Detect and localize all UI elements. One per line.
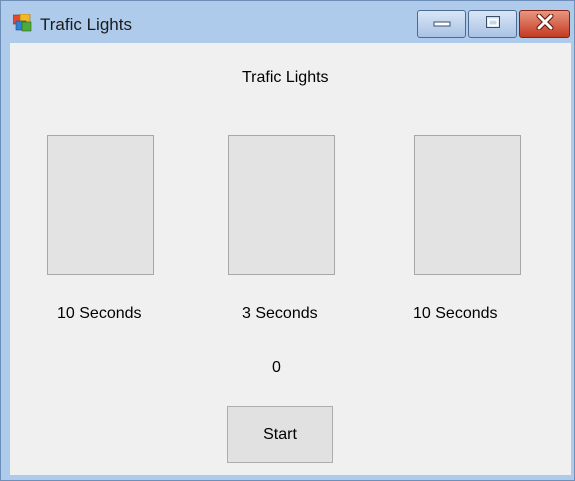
window-title: Trafic Lights <box>40 15 132 34</box>
form-heading: Trafic Lights <box>242 69 329 86</box>
light-panel-3 <box>414 135 521 275</box>
light-panel-2 <box>228 135 335 275</box>
minimize-button[interactable] <box>417 10 466 38</box>
minimize-icon <box>433 15 451 33</box>
light-1-duration: 10 Seconds <box>57 305 142 322</box>
close-icon <box>536 13 554 35</box>
maximize-button[interactable] <box>468 10 517 38</box>
light-panel-1 <box>47 135 154 275</box>
counter-label: 0 <box>272 359 281 376</box>
title-bar[interactable]: Trafic Lights <box>1 1 574 43</box>
close-button[interactable] <box>519 10 570 38</box>
form-client-area: Trafic Lights 10 Seconds 3 Seconds 10 Se… <box>10 43 571 475</box>
light-2-duration: 3 Seconds <box>242 305 318 322</box>
maximize-icon <box>485 15 501 34</box>
light-3-duration: 10 Seconds <box>413 305 498 322</box>
app-window: Trafic Lights Trafic Lights 10 Seconds 3… <box>0 0 575 481</box>
app-window-icon <box>12 13 33 32</box>
start-button[interactable]: Start <box>227 406 333 463</box>
